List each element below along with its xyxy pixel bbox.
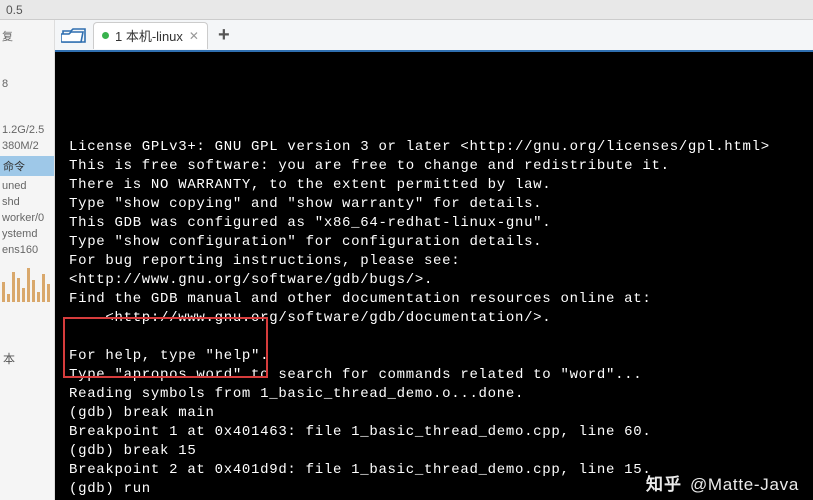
spark-bar [2,282,5,302]
sidebar: 复 8 1.2G/2.5 380M/2 命令 uned shd worker/0… [0,20,55,500]
watermark-handle: @Matte-Java [690,475,799,494]
tab-title: 1 本机-linux [115,26,183,45]
terminal-line: (gdb) break main [69,404,799,423]
terminal-line: Breakpoint 1 at 0x401463: file 1_basic_t… [69,423,799,442]
main-area: 复 8 1.2G/2.5 380M/2 命令 uned shd worker/0… [0,20,813,500]
terminal-line: Type "show copying" and "show warranty" … [69,195,799,214]
right-pane: 1 本机-linux ✕ + 知乎 @Matte-Java License GP… [55,20,813,500]
sidebar-bottom: 本 [0,346,54,371]
sidebar-header: 命令 [0,156,54,176]
spark-bar [12,272,15,302]
close-icon[interactable]: ✕ [189,29,199,43]
top-version-bar: 0.5 [0,0,813,20]
folder-icon[interactable] [61,25,87,45]
version-text: 0.5 [6,3,23,17]
watermark: 知乎 @Matte-Java [646,475,799,494]
terminal-line: For bug reporting instructions, please s… [69,252,799,271]
terminal-line: Type "show configuration" for configurat… [69,233,799,252]
sidebar-item[interactable]: ens160 [0,242,54,258]
terminal-line: Reading symbols from 1_basic_thread_demo… [69,385,799,404]
terminal-line: <http://www.gnu.org/software/gdb/documen… [69,309,799,328]
terminal-line: This is free software: you are free to c… [69,157,799,176]
spark-bar [27,268,30,302]
sidebar-sparkline [2,262,52,302]
spark-bar [7,294,10,302]
sidebar-item[interactable]: ystemd [0,226,54,242]
watermark-logo: 知乎 [646,475,682,494]
sidebar-disk: 1.2G/2.5 [0,122,54,138]
terminal-line [69,328,799,347]
sidebar-copy: 复 [0,26,54,46]
spark-bar [47,284,50,302]
terminal-line: Find the GDB manual and other documentat… [69,290,799,309]
spark-bar [32,280,35,302]
sidebar-item[interactable]: uned [0,178,54,194]
tab-localhost[interactable]: 1 本机-linux ✕ [93,22,208,49]
spark-bar [22,288,25,302]
terminal-line: <http://www.gnu.org/software/gdb/bugs/>. [69,271,799,290]
add-tab-button[interactable]: + [210,24,238,47]
spark-bar [17,278,20,302]
sidebar-num: 8 [0,76,54,92]
spark-bar [37,292,40,302]
terminal[interactable]: 知乎 @Matte-Java License GPLv3+: GNU GPL v… [55,52,813,500]
sidebar-item[interactable]: worker/0 [0,210,54,226]
terminal-line: License GPLv3+: GNU GPL version 3 or lat… [69,138,799,157]
spark-bar [42,274,45,302]
terminal-line: This GDB was configured as "x86_64-redha… [69,214,799,233]
terminal-line: (gdb) break 15 [69,442,799,461]
status-dot-icon [102,32,109,39]
terminal-line: For help, type "help". [69,347,799,366]
tab-bar: 1 本机-linux ✕ + [55,20,813,52]
terminal-line: Type "apropos word" to search for comman… [69,366,799,385]
sidebar-item[interactable]: shd [0,194,54,210]
sidebar-mem: 380M/2 [0,138,54,154]
terminal-line: There is NO WARRANTY, to the extent perm… [69,176,799,195]
